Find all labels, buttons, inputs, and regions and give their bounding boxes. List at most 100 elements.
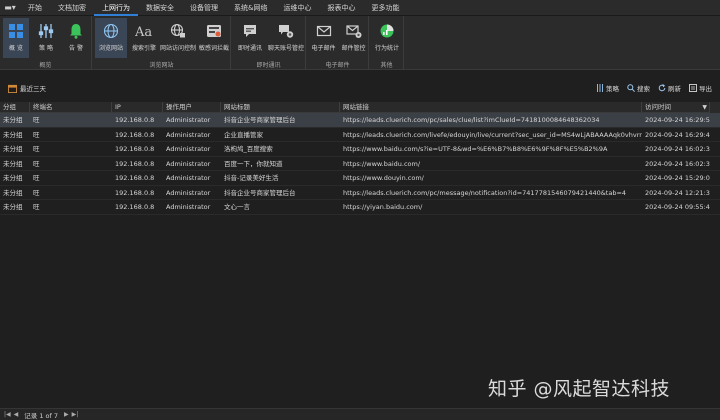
column-header-terminal[interactable]: 终端名 — [30, 102, 112, 112]
column-header-title[interactable]: 网站标题 — [221, 102, 340, 112]
email-control-button[interactable]: 邮件管控 — [339, 18, 368, 58]
table-row[interactable]: 未分组 旺 192.168.0.8 Administrator 洛枸鸠_百度搜索 http… — [0, 142, 720, 157]
cell-title: 企业直播管家 — [224, 130, 263, 139]
cell-ip: 192.168.0.8 — [115, 159, 155, 168]
cell-group: 未分组 — [3, 159, 23, 168]
search-engine-button[interactable]: Aa 搜索引擎 — [129, 18, 159, 58]
search-button[interactable]: 搜索 — [627, 83, 650, 93]
web-access-control-button[interactable]: 网站访问控制 — [159, 18, 197, 58]
cell-ip: 192.168.0.8 — [115, 203, 155, 211]
cell-user: Administrator — [166, 174, 211, 182]
alert-button[interactable]: 告 警 — [63, 18, 89, 58]
cell-group: 未分组 — [3, 145, 23, 153]
export-button[interactable]: 导出 — [689, 83, 712, 93]
refresh-button[interactable]: 刷新 — [658, 83, 681, 93]
svg-text:Aa: Aa — [135, 25, 152, 39]
ribbon-group-email: 电子邮件 邮件管控 电子邮件 — [307, 16, 369, 70]
cell-title: 抖音企业号商家管理后台 — [224, 116, 296, 124]
cell-time: 2024-09-24 12:21:37 — [645, 188, 710, 197]
sliders-small-icon — [597, 84, 603, 92]
cell-time: 2024-09-24 09:55:40 — [645, 203, 710, 211]
table-row[interactable]: 未分组 旺 192.168.0.8 Administrator 抖音企业号商家管理后台 h… — [0, 186, 720, 200]
cell-group: 未分组 — [3, 174, 23, 182]
table-row[interactable]: 未分组 旺 192.168.0.8 Administrator 企业直播管家 https:… — [0, 128, 720, 142]
group-label-im: 即时通讯 — [256, 62, 281, 69]
status-bar: |◀ ◀ 记录 1 of 7 ▶ ▶| — [0, 408, 720, 420]
cell-user: Administrator — [166, 203, 211, 211]
cell-terminal: 旺 — [33, 130, 40, 139]
column-header-user[interactable]: 操作用户 — [163, 102, 221, 112]
menu-ops-center[interactable]: 运维中心 — [275, 0, 319, 16]
prev-record-icon[interactable]: ◀ — [14, 411, 19, 418]
table-row[interactable]: 未分组 旺 192.168.0.8 Administrator 文心一言 https://… — [0, 200, 720, 215]
cell-title: 文心一言 — [224, 203, 250, 211]
table-row[interactable]: 未分组 旺 192.168.0.8 Administrator 抖音-记录美好生活 htt… — [0, 171, 720, 186]
cell-terminal: 旺 — [33, 145, 40, 153]
menu-data-security[interactable]: 数据安全 — [138, 0, 182, 16]
record-counter: 记录 1 of 7 — [24, 411, 59, 420]
cell-time: 2024-09-24 15:29:00 — [645, 174, 710, 182]
cell-group: 未分组 — [3, 116, 23, 124]
date-range-button[interactable]: 最近三天 — [8, 82, 46, 94]
cell-url: https://yiyan.baidu.com/ — [343, 203, 423, 211]
chat-account-control-button[interactable]: 聊天账号管控 — [267, 18, 305, 58]
records-table: 分组 终端名 IP 操作用户 网站标题 网站链接 访问时间 ▼ 未分组旺 192.1… — [0, 102, 720, 215]
cell-time: 2024-09-24 16:29:46 — [645, 130, 710, 139]
overview-button[interactable]: 概 览 — [3, 18, 29, 58]
menu-report-center[interactable]: 报表中心 — [319, 0, 363, 16]
first-record-icon[interactable]: |◀ — [4, 411, 11, 418]
bell-icon — [66, 21, 86, 41]
globe-icon — [101, 21, 121, 41]
strategy-ribbon-button[interactable]: 策 略 — [33, 18, 59, 58]
last-record-icon[interactable]: ▶| — [72, 411, 79, 418]
toolbar: 最近三天 策略 搜索 刷新 导出 — [0, 71, 720, 101]
sliders-icon — [36, 21, 56, 41]
text-aa-icon: Aa — [134, 21, 154, 41]
ribbon-group-other: 行为统计 其他 — [370, 16, 404, 70]
column-header-ip[interactable]: IP — [112, 102, 163, 112]
column-header-group[interactable]: 分组 — [0, 102, 30, 112]
menu-device-management[interactable]: 设备管理 — [182, 0, 226, 16]
email-button[interactable]: 电子邮件 — [309, 18, 338, 58]
menu-system-network[interactable]: 系统&网络 — [226, 0, 275, 16]
menu-web-behavior[interactable]: 上网行为 — [94, 0, 138, 16]
behavior-stats-button[interactable]: 行为统计 — [372, 18, 402, 58]
menu-doc-encryption[interactable]: 文档加密 — [50, 0, 94, 16]
menu-start[interactable]: 开始 — [20, 0, 50, 16]
menu-bar: ▬▾ 开始 文档加密 上网行为 数据安全 设备管理 系统&网络 运维中心 报表中… — [0, 0, 720, 16]
vertical-scrollbar[interactable] — [710, 102, 720, 113]
ribbon: 概 览 策 略 告 警 概览 浏览网站 Aa 搜索引擎 网站访问控制 敏感词拦截… — [0, 16, 720, 70]
instant-messaging-button[interactable]: 即时通讯 — [234, 18, 266, 58]
column-header-url[interactable]: 网站链接 — [340, 102, 642, 112]
table-row[interactable]: 未分组 旺 192.168.0.8 Administrator 抖音企业号商家管理后台 h… — [0, 113, 720, 128]
shield-block-icon — [204, 21, 224, 41]
cell-ip: 192.168.0.8 — [115, 130, 155, 139]
column-header-time[interactable]: 访问时间 ▼ — [642, 102, 710, 112]
menu-more-features[interactable]: 更多功能 — [363, 0, 407, 16]
cell-url: https://leads.cluerich.com/livefe/edouyi… — [343, 130, 642, 139]
refresh-icon — [658, 84, 666, 92]
sensitive-word-block-button[interactable]: 敏感词拦截 — [198, 18, 230, 58]
cell-user: Administrator — [166, 145, 211, 153]
cell-group: 未分组 — [3, 203, 23, 211]
cell-title: 百度一下，你就知道 — [224, 159, 283, 168]
mail-icon — [314, 21, 334, 41]
group-label-browse: 浏览网站 — [149, 62, 174, 69]
table-row[interactable]: 未分组 旺 192.168.0.8 Administrator 百度一下，你就知道 htt… — [0, 157, 720, 171]
cell-terminal: 旺 — [33, 116, 40, 124]
chat-bubble-icon — [240, 21, 260, 41]
cell-ip: 192.168.0.8 — [115, 116, 155, 124]
cell-title: 洛枸鸠_百度搜索 — [224, 145, 273, 153]
next-record-icon[interactable]: ▶ — [64, 411, 69, 418]
cell-ip: 192.168.0.8 — [115, 174, 155, 182]
sort-desc-icon: ▼ — [702, 104, 707, 111]
strategy-button[interactable]: 策略 — [596, 83, 619, 93]
browse-websites-button[interactable]: 浏览网站 — [95, 18, 127, 58]
cell-user: Administrator — [166, 130, 211, 139]
table-body: 未分组旺 192.168.0.8 Administrator 抖音企业号商家管理后台 h… — [0, 113, 720, 215]
app-menu-button[interactable]: ▬▾ — [0, 0, 20, 16]
cell-terminal: 旺 — [33, 174, 40, 182]
ribbon-group-overview: 概 览 策 略 告 警 概览 — [0, 16, 92, 70]
cell-terminal: 旺 — [33, 203, 40, 211]
toolbar-actions: 策略 搜索 刷新 导出 — [596, 83, 712, 93]
